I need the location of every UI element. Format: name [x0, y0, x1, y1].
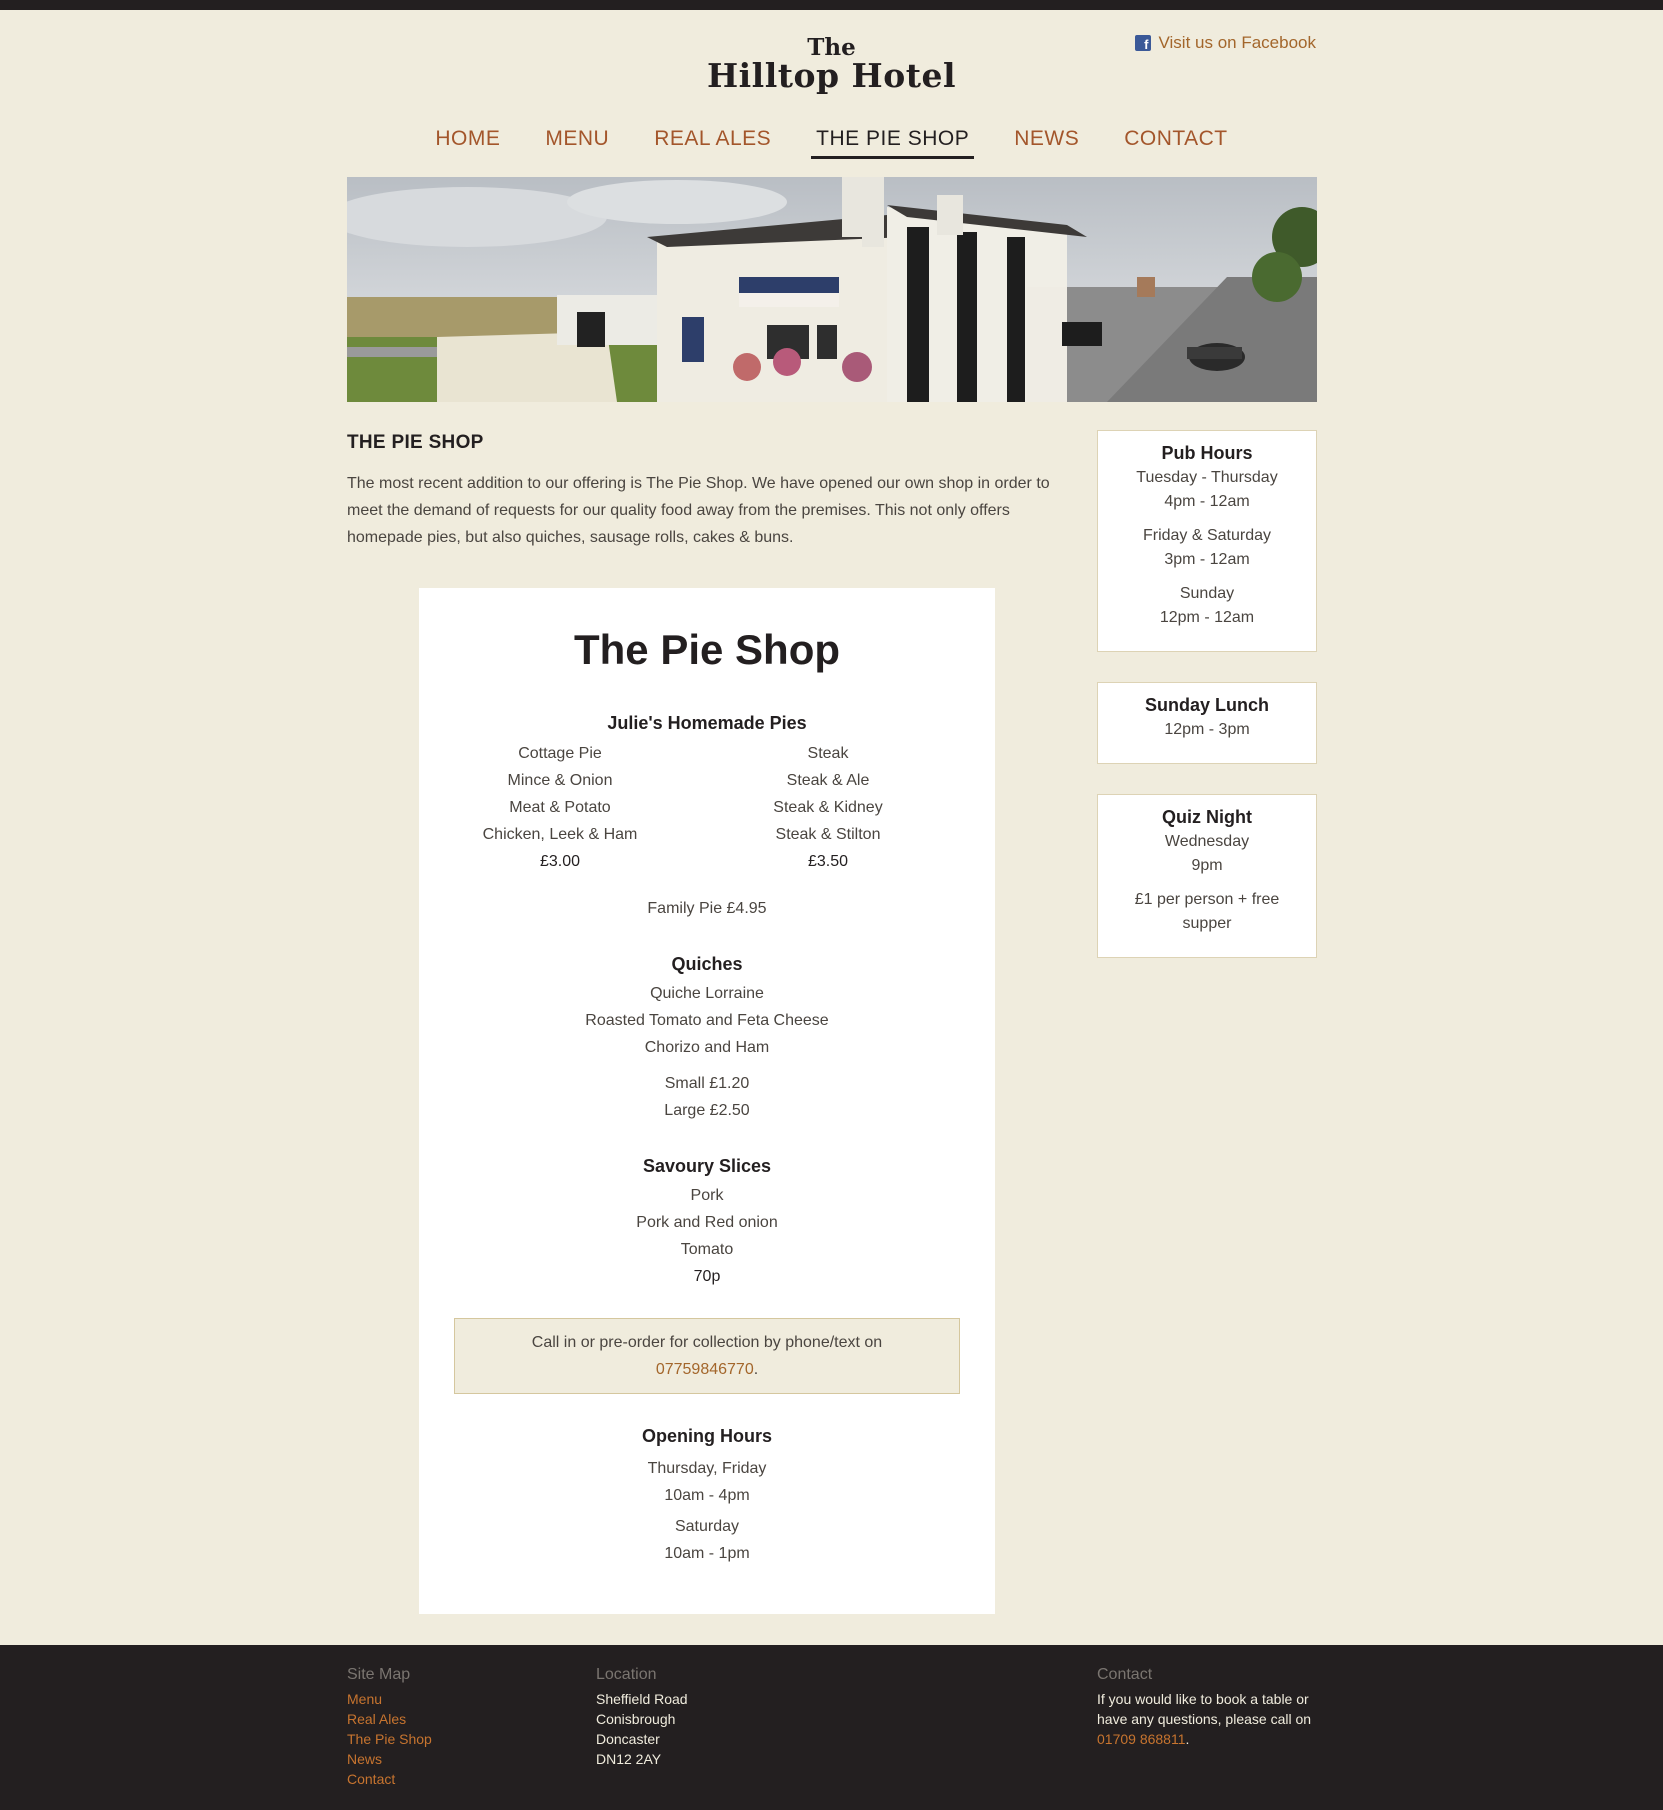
pub-hours-title: Pub Hours: [1161, 443, 1253, 463]
quiz-night-title: Quiz Night: [1162, 807, 1252, 827]
menu-title: The Pie Shop: [573, 626, 841, 673]
opening-time: 10am - 1pm: [664, 1545, 750, 1562]
nav-the-pie-shop[interactable]: THE PIE SHOP: [811, 124, 975, 159]
pub-hours-days: Friday & Saturday: [1142, 527, 1272, 544]
callout-text: Call in or pre-order for collection by p…: [531, 1334, 883, 1351]
menu-item: Meat & Potato: [509, 799, 611, 816]
menu-item: Cottage Pie: [518, 745, 602, 762]
menu-price: £3.00: [539, 853, 581, 870]
footer-contact-end: .: [1185, 1731, 1190, 1747]
quiz-night-day: Wednesday: [1164, 833, 1250, 850]
quiz-night-note: supper: [1182, 915, 1232, 932]
footer-contact-text: If you would like to book a table or: [1097, 1691, 1309, 1707]
facebook-link[interactable]: f Visit us on Facebook: [1134, 33, 1317, 53]
opening-days: Thursday, Friday: [647, 1460, 767, 1477]
menu-item: Steak & Kidney: [773, 799, 883, 816]
main-nav: HOME MENU REAL ALES THE PIE SHOP NEWS CO…: [0, 124, 1663, 159]
menu-item: Steak: [807, 745, 849, 762]
footer-link-menu[interactable]: Menu: [347, 1689, 432, 1709]
facebook-icon: f: [1134, 35, 1151, 51]
footer-link-pie-shop[interactable]: The Pie Shop: [347, 1729, 432, 1749]
menu-item: Steak & Stilton: [775, 826, 881, 843]
nav-news[interactable]: NEWS: [1009, 124, 1084, 159]
address-line: Doncaster: [596, 1731, 660, 1747]
footer-sitemap-heading: Site Map: [347, 1666, 411, 1683]
pies-heading: Julie's Homemade Pies: [607, 713, 807, 733]
sunday-lunch-box: Sunday Lunch 12pm - 3pm: [1097, 682, 1317, 764]
footer-sitemap: Site Map Menu Real Ales The Pie Shop New…: [347, 1665, 432, 1789]
opening-hours-saturday: Saturday 10am - 1pm: [419, 1513, 995, 1567]
site-logo-name: Hilltop Hotel: [706, 56, 957, 95]
menu-item: Chicken, Leek & Ham: [482, 826, 638, 843]
pub-hours-time: 4pm - 12am: [1164, 493, 1250, 510]
pies-left-column: Cottage Pie Mince & Onion Meat & Potato …: [425, 740, 695, 875]
callout-end: .: [753, 1361, 759, 1378]
pub-hours-days: Sunday: [1179, 585, 1235, 602]
pub-hours-days: Tuesday - Thursday: [1136, 469, 1278, 486]
sunday-lunch-title: Sunday Lunch: [1144, 695, 1269, 715]
slices-list: Pork Pork and Red onion Tomato 70p: [419, 1182, 995, 1290]
menu-price: 70p: [693, 1268, 721, 1285]
opening-hours-heading: Opening Hours: [642, 1426, 772, 1446]
footer-link-contact[interactable]: Contact: [347, 1769, 432, 1789]
facebook-link-label: Visit us on Facebook: [1158, 33, 1317, 52]
menu-item: Pork and Red onion: [636, 1214, 778, 1231]
page-intro: The most recent addition to our offering…: [347, 475, 1050, 546]
callout-phone-link[interactable]: 07759846770: [656, 1361, 754, 1378]
quiches-prices: Small £1.20 Large £2.50: [419, 1070, 995, 1124]
quiches-heading: Quiches: [671, 954, 743, 974]
menu-item: Quiche Lorraine: [650, 985, 764, 1002]
nav-home[interactable]: HOME: [430, 124, 505, 159]
menu-item: Steak & Ale: [786, 772, 870, 789]
opening-hours-weekday: Thursday, Friday 10am - 4pm: [419, 1455, 995, 1509]
menu-item: Chorizo and Ham: [644, 1039, 770, 1056]
quiz-night-box: Quiz Night Wednesday 9pm £1 per person +…: [1097, 794, 1317, 958]
footer-link-real-ales[interactable]: Real Ales: [347, 1709, 432, 1729]
menu-item: Mince & Onion: [507, 772, 613, 789]
pub-hours-time: 12pm - 12am: [1159, 609, 1255, 626]
footer-contact-text: have any questions, please call on: [1097, 1711, 1312, 1727]
opening-time: 10am - 4pm: [664, 1487, 750, 1504]
quiz-night-note: £1 per person + free: [1134, 891, 1280, 908]
pub-hours-box: Pub Hours Tuesday - Thursday 4pm - 12am …: [1097, 430, 1317, 652]
footer-contact: Contact If you would like to book a tabl…: [1097, 1665, 1327, 1749]
footer-location: Location Sheffield Road Conisbrough Donc…: [596, 1665, 688, 1769]
footer-phone-link[interactable]: 01709 868811: [1097, 1731, 1186, 1747]
menu-price: £3.50: [807, 853, 849, 870]
footer-location-heading: Location: [596, 1666, 657, 1683]
quiches-list: Quiche Lorraine Roasted Tomato and Feta …: [419, 980, 995, 1061]
nav-menu[interactable]: MENU: [540, 124, 614, 159]
quiz-night-time: 9pm: [1191, 857, 1223, 874]
top-bar: [0, 0, 1663, 10]
pies-right-column: Steak Steak & Ale Steak & Kidney Steak &…: [693, 740, 963, 875]
page-title: THE PIE SHOP: [347, 432, 484, 453]
menu-item: Tomato: [680, 1241, 734, 1258]
address-line: Sheffield Road: [596, 1691, 688, 1707]
menu-item: Roasted Tomato and Feta Cheese: [585, 1012, 829, 1029]
menu-item: Pork: [690, 1187, 724, 1204]
preorder-callout: Call in or pre-order for collection by p…: [454, 1318, 960, 1394]
address-line: DN12 2AY: [596, 1751, 662, 1767]
opening-days: Saturday: [674, 1518, 740, 1535]
nav-contact[interactable]: CONTACT: [1119, 124, 1232, 159]
family-pie-price: Family Pie £4.95: [647, 900, 767, 917]
slices-heading: Savoury Slices: [642, 1156, 772, 1176]
nav-real-ales[interactable]: REAL ALES: [649, 124, 776, 159]
menu-price: Small £1.20: [664, 1075, 750, 1092]
footer-contact-heading: Contact: [1097, 1666, 1153, 1683]
address-line: Conisbrough: [596, 1711, 676, 1727]
hero-image: [347, 177, 1317, 402]
sunday-lunch-time: 12pm - 3pm: [1164, 721, 1250, 738]
site-footer: Site Map Menu Real Ales The Pie Shop New…: [0, 1645, 1663, 1810]
pie-shop-menu: The Pie Shop Julie's Homemade Pies Cotta…: [419, 588, 995, 1614]
menu-price: Large £2.50: [664, 1102, 750, 1119]
footer-link-news[interactable]: News: [347, 1749, 432, 1769]
pub-hours-time: 3pm - 12am: [1164, 551, 1250, 568]
